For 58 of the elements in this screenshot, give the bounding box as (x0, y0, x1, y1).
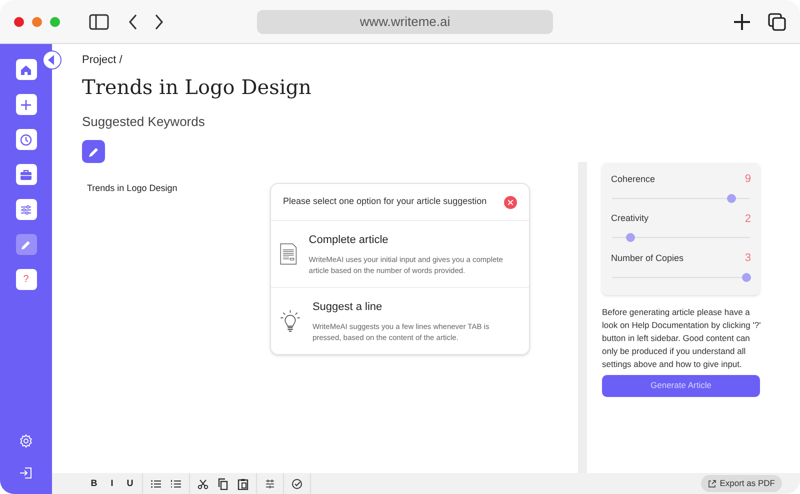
breadcrumb: Project / (82, 53, 124, 68)
sliders-icon (19, 202, 33, 216)
new-tab-icon[interactable] (733, 12, 751, 30)
help-button[interactable]: ? (16, 269, 36, 290)
collapse-sidebar-icon[interactable] (42, 50, 62, 70)
back-icon[interactable] (127, 14, 139, 30)
export-pdf-button[interactable]: Export as PDF (700, 475, 782, 492)
slider[interactable] (612, 233, 750, 242)
address-bar[interactable]: www.writeme.ai (257, 10, 553, 34)
setting-label: Number of Copies (611, 252, 684, 265)
sign-in-icon[interactable] (19, 466, 33, 480)
sidebar-item[interactable] (16, 164, 36, 185)
clear-format-icon[interactable] (264, 478, 276, 490)
setting-label: Creativity (611, 212, 649, 225)
sidebar-item[interactable] (16, 234, 36, 255)
format-button[interactable]: B (89, 476, 99, 490)
scissors-icon[interactable] (197, 478, 209, 490)
numbered-list-icon[interactable] (170, 478, 182, 490)
help-text: Before generating article please have a look on Help Documentation by clicking '?' button in left sidebar. Good content can only be produced if you understand all settings above and how to give input. (602, 306, 762, 370)
dialog-title: Please select one option for your article suggestion (283, 195, 487, 208)
sidebar-item[interactable] (16, 129, 36, 150)
setting-value: 3 (744, 251, 751, 266)
slider-thumb[interactable] (726, 194, 736, 202)
edit-button[interactable] (82, 140, 105, 163)
home-icon (19, 62, 33, 76)
format-button[interactable]: I (107, 476, 117, 490)
external-link-icon (708, 480, 716, 488)
check-circle-icon[interactable] (291, 478, 303, 490)
close-window-icon[interactable] (14, 16, 24, 26)
clipboard-icon[interactable] (237, 478, 249, 490)
clock-icon (19, 132, 33, 146)
briefcase-icon (19, 168, 33, 182)
plus-icon (19, 98, 33, 112)
section-heading: Suggested Keywords (82, 112, 206, 131)
option-title: Complete article (308, 232, 390, 248)
slider-thumb[interactable] (742, 272, 751, 282)
page-title: Trends in Logo Design (82, 74, 312, 100)
setting-value: 9 (744, 172, 751, 187)
tabs-icon[interactable] (768, 12, 786, 30)
pencil-icon (88, 146, 100, 158)
format-button[interactable]: U (125, 476, 135, 490)
close-icon (508, 200, 513, 204)
setting-value: 2 (744, 212, 751, 226)
slider[interactable] (612, 272, 750, 282)
sidebar-toggle-icon[interactable] (89, 14, 109, 30)
sidebar-item[interactable] (16, 199, 36, 220)
slider[interactable] (612, 194, 750, 202)
copy-icon[interactable] (217, 478, 229, 490)
sidebar-item[interactable] (16, 59, 36, 80)
sidebar-item[interactable] (16, 94, 36, 115)
minimize-window-icon[interactable] (32, 16, 42, 26)
close-button[interactable] (504, 196, 517, 208)
bullet-list-icon[interactable] (150, 478, 162, 490)
settings-icon[interactable] (19, 434, 33, 448)
option-title: Suggest a line (312, 300, 384, 315)
forward-icon[interactable] (153, 14, 165, 30)
setting-label: Coherence (611, 172, 656, 186)
slider-thumb[interactable] (626, 233, 635, 242)
